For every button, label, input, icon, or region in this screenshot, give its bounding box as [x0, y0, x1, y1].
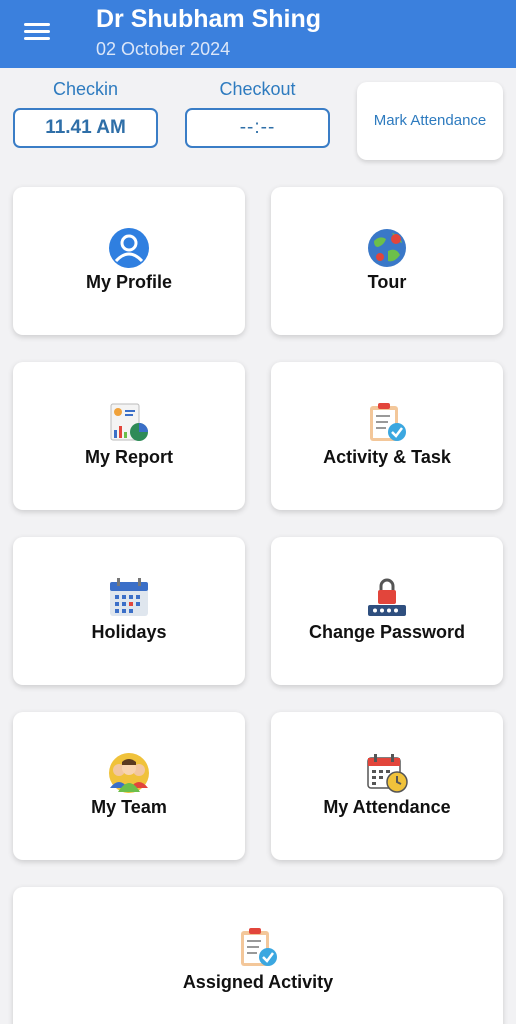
card-label: My Attendance: [323, 797, 451, 817]
lock-password-icon: [366, 577, 408, 619]
holidays-card[interactable]: Holidays: [13, 537, 245, 685]
card-label: My Team: [91, 797, 167, 817]
checkout-label: Checkout: [219, 79, 296, 99]
current-date: 02 October 2024: [96, 39, 231, 59]
my-profile-card[interactable]: My Profile: [13, 187, 245, 335]
my-report-card[interactable]: My Report: [13, 362, 245, 510]
activity-task-card[interactable]: Activity & Task: [271, 362, 503, 510]
card-label: My Profile: [85, 272, 173, 292]
calendar-icon: [108, 577, 150, 619]
card-label: Assigned Activity: [182, 972, 334, 992]
profile-icon: [108, 227, 150, 269]
my-attendance-card[interactable]: My Attendance: [271, 712, 503, 860]
attendance-calendar-icon: [366, 752, 408, 794]
tour-card[interactable]: Tour: [271, 187, 503, 335]
globe-icon: [366, 227, 408, 269]
checkin-label: Checkin: [52, 79, 119, 99]
my-team-card[interactable]: My Team: [13, 712, 245, 860]
card-label: Tour: [367, 272, 407, 292]
app-header: Dr Shubham Shing 02 October 2024: [0, 0, 516, 68]
change-password-card[interactable]: Change Password: [271, 537, 503, 685]
user-name: Dr Shubham Shing: [96, 5, 321, 33]
clipboard-check-icon: [237, 927, 279, 969]
card-label: Activity & Task: [323, 447, 451, 467]
mark-attendance-button[interactable]: Mark Attendance: [357, 82, 503, 160]
checkin-time: 11.41 AM: [13, 108, 158, 148]
team-icon: [108, 752, 150, 794]
clipboard-check-icon: [366, 402, 408, 444]
card-label: Holidays: [91, 622, 167, 642]
checkout-time: --:--: [185, 108, 330, 148]
assigned-activity-card[interactable]: Assigned Activity: [13, 887, 503, 1024]
report-icon: [108, 402, 150, 444]
card-label: Change Password: [308, 622, 466, 642]
hamburger-menu-icon[interactable]: [24, 22, 50, 42]
card-label: My Report: [84, 447, 173, 467]
